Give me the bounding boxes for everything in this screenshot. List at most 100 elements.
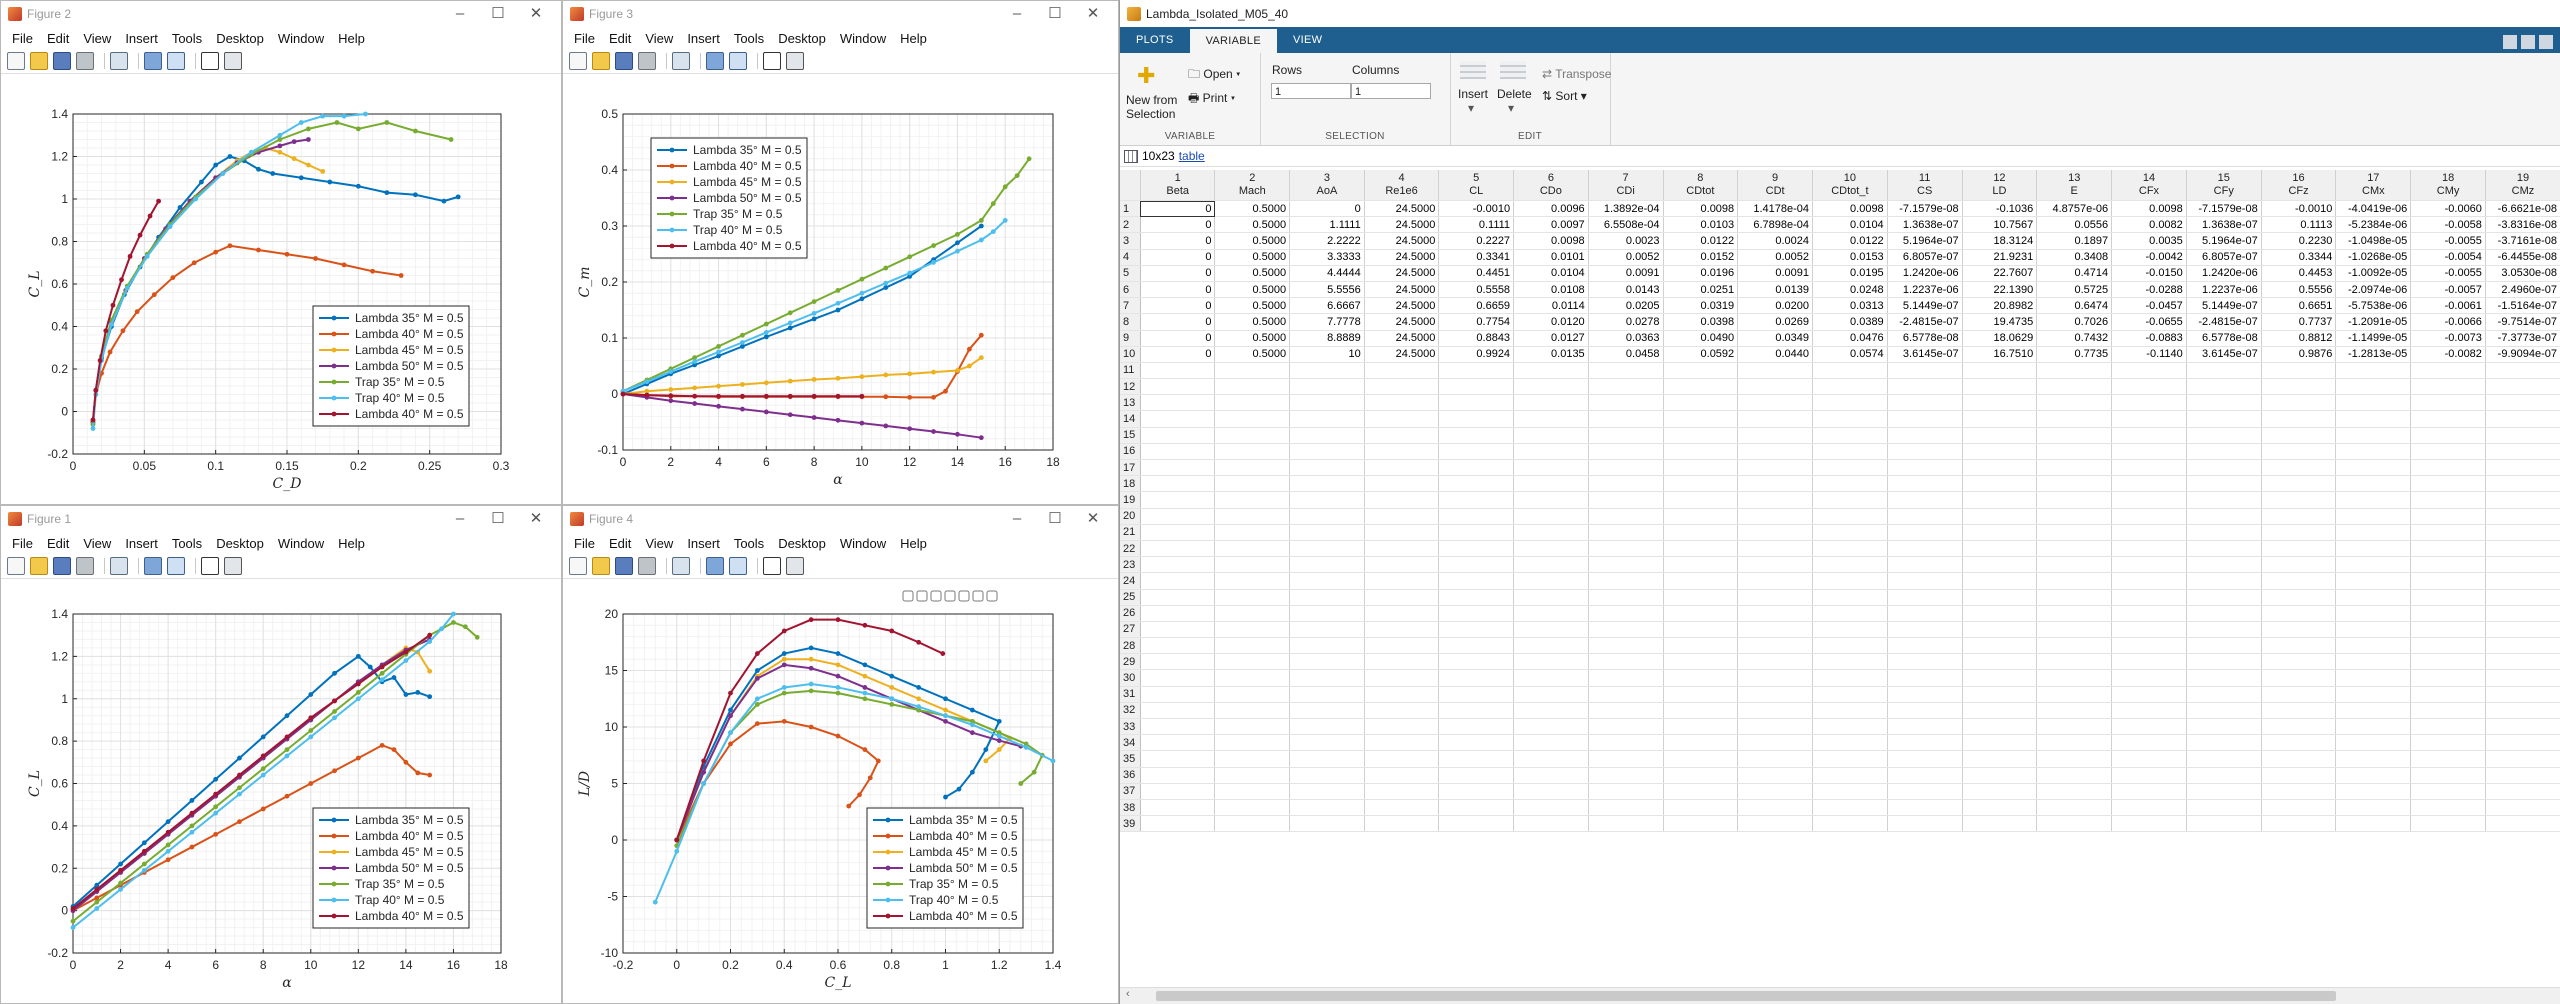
table-cell[interactable] [1887, 637, 1963, 655]
menu-item[interactable]: Insert [687, 536, 720, 551]
table-cell[interactable]: -0.0042 [2111, 249, 2187, 266]
menu-item[interactable]: Window [840, 536, 886, 551]
table-cell[interactable] [1962, 378, 2038, 396]
table-cell[interactable] [2410, 799, 2486, 817]
table-cell[interactable]: 0.0035 [2111, 232, 2187, 250]
link-plot-icon[interactable] [672, 557, 690, 575]
table-cell[interactable] [2410, 394, 2486, 412]
table-cell[interactable] [1962, 524, 2038, 541]
table-cell[interactable] [1364, 669, 1440, 687]
table-cell[interactable] [1438, 410, 1515, 428]
table-cell[interactable] [2111, 508, 2187, 525]
table-cell[interactable]: 6.5778e-08 [2186, 330, 2262, 347]
row-number[interactable]: 29 [1120, 653, 1141, 671]
table-cell[interactable] [2036, 702, 2113, 720]
table-cell[interactable]: 0.0195 [1812, 265, 1888, 282]
table-cell[interactable]: 7.7778 [1289, 313, 1365, 331]
pointer-icon[interactable] [201, 557, 219, 575]
property-editor-icon[interactable] [786, 52, 804, 70]
table-cell[interactable] [1962, 637, 2038, 655]
table-cell[interactable] [2335, 362, 2412, 380]
table-cell[interactable] [1364, 589, 1440, 606]
table-cell[interactable] [1289, 815, 1365, 833]
row-number[interactable]: 23 [1120, 556, 1141, 574]
table-cell[interactable] [1513, 637, 1589, 655]
table-cell[interactable]: 0.1111 [1438, 216, 1515, 234]
table-cell[interactable] [2485, 491, 2560, 509]
table-cell[interactable]: 24.5000 [1364, 232, 1440, 250]
table-cell[interactable] [1663, 443, 1739, 461]
table-cell[interactable] [1140, 815, 1216, 833]
table-cell[interactable] [1663, 750, 1739, 768]
table-cell[interactable] [1588, 653, 1664, 671]
table-cell[interactable]: 0.0114 [1513, 297, 1589, 315]
variable-editor-window[interactable]: Lambda_Isolated_M05_40 PLOTS VARIABLE VI… [1119, 0, 2560, 1004]
new-from-selection-icon[interactable]: ✚ [1137, 63, 1155, 89]
table-cell[interactable] [1588, 686, 1664, 703]
table-cell[interactable] [2335, 524, 2412, 541]
table-cell[interactable]: 2.2222 [1289, 232, 1365, 250]
column-header[interactable]: 16 CFz [2261, 170, 2337, 201]
table-cell[interactable]: 1.4178e-04 [1737, 200, 1814, 218]
table-cell[interactable] [1438, 605, 1515, 622]
table-cell[interactable] [2036, 589, 2113, 606]
table-cell[interactable] [1513, 524, 1589, 541]
table-cell[interactable] [2410, 621, 2486, 639]
open-icon[interactable] [592, 557, 610, 575]
table-cell[interactable]: 0.4451 [1438, 265, 1515, 282]
table-cell[interactable] [1289, 589, 1365, 606]
menu-item[interactable]: View [645, 31, 673, 46]
table-cell[interactable]: 1.3638e-07 [1887, 216, 1963, 234]
table-cell[interactable] [2410, 718, 2486, 736]
table-cell[interactable] [1140, 653, 1216, 671]
close-button[interactable]: ✕ [517, 1, 555, 27]
table-cell[interactable] [1513, 734, 1589, 752]
table-cell[interactable] [1438, 799, 1515, 817]
table-cell[interactable] [2036, 427, 2113, 444]
table-cell[interactable] [2111, 362, 2187, 380]
table-cell[interactable]: -0.0883 [2111, 330, 2187, 347]
table-cell[interactable]: 0.0440 [1737, 346, 1814, 363]
table-cell[interactable]: 0.0476 [1812, 330, 1888, 347]
row-number[interactable]: 33 [1120, 718, 1141, 736]
table-cell[interactable] [1887, 750, 1963, 768]
table-cell[interactable] [2036, 410, 2113, 428]
table-cell[interactable] [1364, 799, 1440, 817]
table-cell[interactable] [2485, 799, 2560, 817]
table-cell[interactable] [1364, 783, 1440, 800]
table-cell[interactable] [1214, 378, 1291, 396]
table-cell[interactable] [2335, 508, 2412, 525]
table-cell[interactable] [2335, 605, 2412, 622]
table-cell[interactable] [2111, 605, 2187, 622]
minimize-button[interactable]: – [998, 506, 1036, 532]
table-cell[interactable] [1962, 718, 2038, 736]
table-cell[interactable] [1962, 734, 2038, 752]
layout-icon[interactable] [2521, 35, 2535, 49]
table-cell[interactable]: 0.0104 [1513, 265, 1589, 282]
table-cell[interactable] [1214, 669, 1291, 687]
table-cell[interactable] [1663, 605, 1739, 622]
table-cell[interactable] [1214, 621, 1291, 639]
table-cell[interactable] [1214, 815, 1291, 833]
table-cell[interactable] [2261, 427, 2337, 444]
pointer-icon[interactable] [763, 557, 781, 575]
insert-button[interactable]: Insert [1458, 87, 1488, 101]
table-cell[interactable]: 0.7432 [2036, 330, 2113, 347]
menu-item[interactable]: View [645, 536, 673, 551]
table-cell[interactable] [2335, 702, 2412, 720]
row-number[interactable]: 37 [1120, 783, 1141, 800]
table-cell[interactable] [2485, 686, 2560, 703]
table-cell[interactable]: 0.0363 [1588, 330, 1664, 347]
table-cell[interactable] [1588, 394, 1664, 412]
table-cell[interactable] [1887, 605, 1963, 622]
table-cell[interactable]: 0.0023 [1588, 232, 1664, 250]
table-cell[interactable] [2485, 750, 2560, 768]
table-cell[interactable]: 0.0122 [1663, 232, 1739, 250]
table-cell[interactable] [1887, 653, 1963, 671]
table-cell[interactable] [2036, 524, 2113, 541]
table-cell[interactable] [2036, 799, 2113, 817]
figure-window-4[interactable]: Figure 4 – ☐ ✕ File Edit View Insert Tools Desk… [562, 505, 1119, 1004]
table-cell[interactable] [1438, 767, 1515, 784]
table-cell[interactable]: 24.5000 [1364, 330, 1440, 347]
table-cell[interactable] [1962, 475, 2038, 493]
